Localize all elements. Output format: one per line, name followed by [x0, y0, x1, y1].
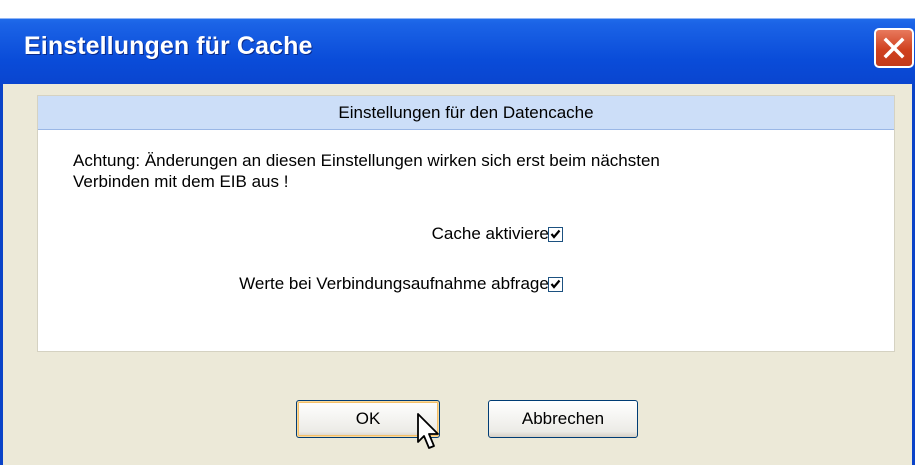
warning-text: Achtung: Änderungen an diesen Einstellun…: [73, 150, 863, 192]
panel-header: Einstellungen für den Datencache: [38, 96, 894, 130]
mouse-pointer-icon: [417, 413, 439, 449]
warning-line-1: Achtung: Änderungen an diesen Einstellun…: [73, 151, 660, 170]
close-icon: [883, 37, 905, 59]
checkmark-icon: [550, 279, 561, 289]
checkmark-icon: [550, 229, 561, 239]
close-button[interactable]: [874, 28, 914, 68]
window-border-left: [0, 84, 3, 465]
settings-panel: Einstellungen für den Datencache Achtung…: [37, 95, 895, 352]
window-title: Einstellungen für Cache: [24, 32, 313, 60]
cancel-button[interactable]: Abbrechen: [488, 400, 638, 438]
cache-enable-label: Cache aktivieren:: [431, 224, 563, 243]
cache-enable-checkbox[interactable]: [548, 227, 563, 242]
title-bar[interactable]: Einstellungen für Cache: [0, 0, 915, 84]
fetch-values-label: Werte bei Verbindungsaufnahme abfragen:: [239, 274, 563, 293]
warning-line-2: Verbinden mit dem EIB aus !: [73, 172, 289, 191]
fetch-values-checkbox[interactable]: [548, 277, 563, 292]
dialog-window: Einstellungen für Cache Einstellungen fü…: [0, 0, 915, 465]
